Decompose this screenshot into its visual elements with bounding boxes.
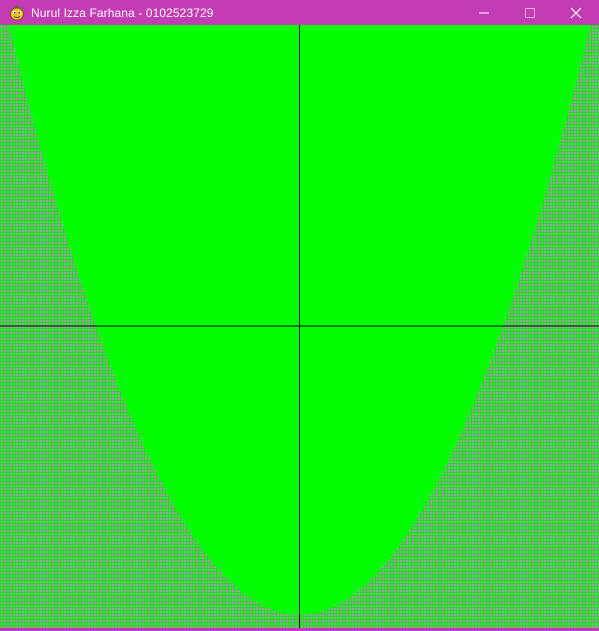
drawing-canvas[interactable] bbox=[0, 25, 599, 628]
window-controls bbox=[461, 0, 599, 25]
app-window: Nurul Izza Farhana - 0102523729 bbox=[0, 0, 599, 631]
maximize-button[interactable] bbox=[507, 0, 553, 25]
close-icon bbox=[570, 7, 582, 18]
minimize-icon bbox=[479, 12, 489, 13]
close-button[interactable] bbox=[553, 0, 599, 25]
window-title: Nurul Izza Farhana - 0102523729 bbox=[31, 5, 214, 20]
minimize-button[interactable] bbox=[461, 0, 507, 25]
plot-surface bbox=[0, 25, 599, 628]
maximize-icon bbox=[525, 7, 535, 18]
title-bar[interactable]: Nurul Izza Farhana - 0102523729 bbox=[0, 0, 599, 25]
pygame-snake-icon bbox=[9, 4, 25, 21]
